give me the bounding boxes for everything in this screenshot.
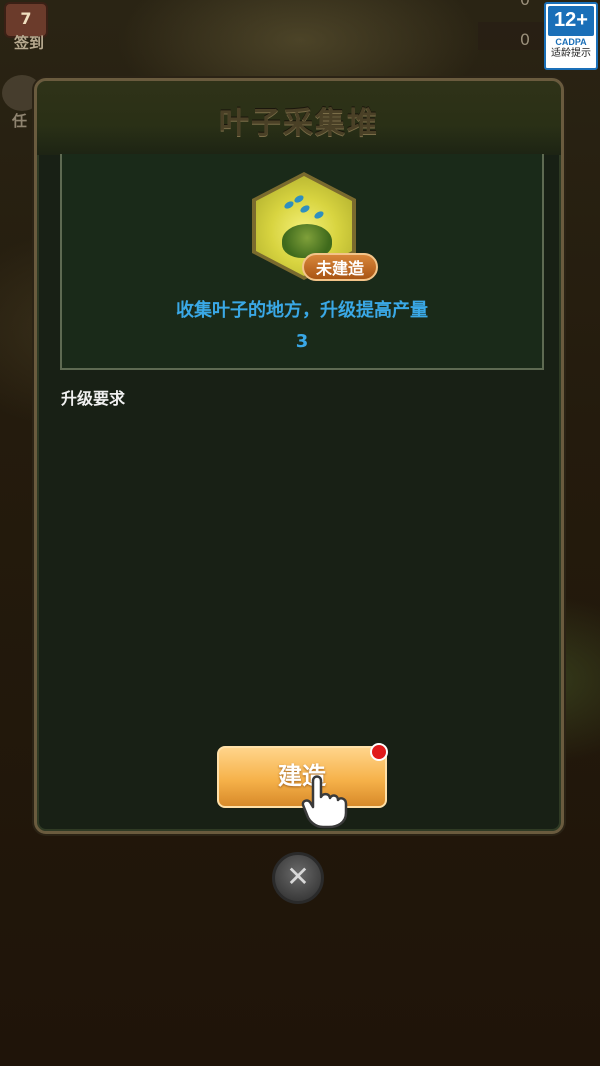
notification-dot xyxy=(370,743,388,761)
close-button[interactable]: ✕ xyxy=(272,852,324,904)
resource-count-top: 0 xyxy=(520,0,530,9)
checkin-shortcut[interactable]: 7 签到 xyxy=(0,0,60,56)
task-label: 任 xyxy=(12,112,28,130)
age-rating-org: CADPA xyxy=(555,37,587,47)
age-rating-tip: 适龄提示 xyxy=(551,48,591,59)
building-output-value: 3 xyxy=(295,331,309,352)
resource-bar xyxy=(478,22,548,50)
pointing-hand-icon xyxy=(301,775,348,829)
dialog-title: 叶子采集堆 xyxy=(219,106,379,141)
close-icon: ✕ xyxy=(286,860,310,893)
building-info-panel: 未建造 收集叶子的地方，升级提高产量 3 xyxy=(60,154,544,370)
resource-count: 0 xyxy=(519,30,530,49)
building-dialog: 叶子采集堆 未建造 收集叶子的地方，升级提高产量 3 升级要求 建造 xyxy=(34,78,564,834)
dialog-header: 叶子采集堆 xyxy=(37,81,561,155)
building-description: 收集叶子的地方，升级提高产量 xyxy=(176,300,428,321)
age-rating-badge: 12+ CADPA 适龄提示 xyxy=(544,2,598,70)
upgrade-requirements-label: 升级要求 xyxy=(61,389,126,408)
checkin-label: 签到 xyxy=(14,34,45,52)
age-rating-number: 12+ xyxy=(548,6,594,36)
status-badge: 未建造 xyxy=(302,253,378,281)
